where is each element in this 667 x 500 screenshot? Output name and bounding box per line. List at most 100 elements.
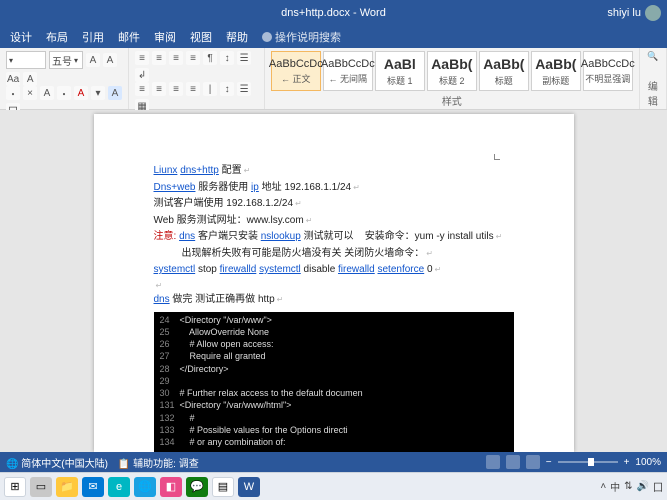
doc-line: systemctl stop firewalld systemctl disab… <box>154 263 514 278</box>
tray-ime[interactable]: 中 <box>610 479 620 494</box>
bullets-button[interactable]: ≡ <box>135 51 149 65</box>
code-block-1: 24<Directory "/var/www"> 25 AllowOverrid… <box>154 312 514 452</box>
status-bar: 🌐 简体中文(中国大陆) 📋 辅助功能: 调查 − + 100% <box>0 452 667 472</box>
doc-line: Dns+web 服务器使用 ip 地址 192.168.1.1/24↵ <box>154 181 514 196</box>
justify-button[interactable]: ≡ <box>186 82 200 96</box>
shading-button[interactable]: ↕ <box>220 82 234 96</box>
status-accessibility[interactable]: 📋 辅助功能: 调查 <box>118 455 199 470</box>
vscode-icon[interactable]: ▤ <box>212 477 234 497</box>
tray-sound-icon[interactable]: 🔊 <box>637 481 649 492</box>
align-center-button[interactable]: ≡ <box>152 82 166 96</box>
doc-blank-line: ↵ <box>154 280 514 292</box>
font-color-button[interactable]: A <box>74 86 88 100</box>
start-button[interactable]: ⊞ <box>4 477 26 497</box>
taskview-icon[interactable]: ▭ <box>30 477 52 497</box>
tab-references[interactable]: 引用 <box>82 29 104 45</box>
doc-line: Liunx dns+http 配置↵ <box>154 164 514 179</box>
zoom-value[interactable]: 100% <box>635 457 661 468</box>
edge-icon[interactable]: 🌐 <box>134 477 156 497</box>
app-icon[interactable]: ◧ <box>160 477 182 497</box>
showmarks-button[interactable]: ☰ <box>237 51 251 65</box>
tell-me-label: 操作说明搜索 <box>275 29 341 45</box>
tray-extra-icon[interactable]: 囗 <box>653 479 663 494</box>
grow-font-button[interactable]: A <box>86 53 100 67</box>
tell-me-search[interactable]: 操作说明搜索 <box>262 29 341 45</box>
user-area[interactable]: shiyi lu <box>607 5 661 21</box>
doc-line: 测试客户端使用 192.168.1.2/24↵ <box>154 197 514 212</box>
shrink-font-button[interactable]: A <box>103 53 117 67</box>
explorer-icon[interactable]: 📁 <box>56 477 78 497</box>
numbering-button[interactable]: ≡ <box>152 51 166 65</box>
font-name-dropdown[interactable]: ▾ <box>6 51 46 69</box>
tab-help[interactable]: 帮助 <box>226 29 248 45</box>
style-subtitle[interactable]: AaBb(副标题 <box>531 51 581 91</box>
styles-group-label: 样式 <box>271 92 633 108</box>
para-mark-button[interactable]: ↲ <box>135 68 149 82</box>
zoom-in-button[interactable]: + <box>624 457 630 468</box>
increase-indent-button[interactable]: ¶ <box>203 51 217 65</box>
title-bar: dns+http.docx - Word shiyi lu <box>0 0 667 26</box>
user-avatar-icon[interactable] <box>645 5 661 21</box>
zoom-out-button[interactable]: − <box>546 457 552 468</box>
style-normal[interactable]: AaBbCcDc← 正文 <box>271 51 321 91</box>
tab-layout[interactable]: 布局 <box>46 29 68 45</box>
ribbon-tabs: 设计 布局 引用 邮件 审阅 视图 帮助 操作说明搜索 <box>0 26 667 48</box>
bullet-button[interactable]: ・ <box>6 86 20 100</box>
dot-button[interactable]: ・ <box>57 86 71 100</box>
font-size-dropdown[interactable]: 五号▾ <box>49 51 83 69</box>
view-web-icon[interactable] <box>526 455 540 469</box>
ribbon-group-paragraph: ≡ ≡ ≡ ≡ ¶ ↕ ☰ ↲ ≡ ≡ ≡ ≡ | ↕ ☰ ▦ 段落 <box>129 48 265 109</box>
sub-button[interactable]: × <box>23 86 37 100</box>
wechat-icon[interactable]: 💬 <box>186 477 208 497</box>
style-heading1[interactable]: AaBl标题 1 <box>375 51 425 91</box>
status-language[interactable]: 🌐 简体中文(中国大陆) <box>6 455 108 470</box>
window-title: dns+http.docx - Word <box>281 7 386 19</box>
ribbon-group-styles: AaBbCcDc← 正文 AaBbCcDc← 无间隔 AaBl标题 1 AaBb… <box>265 48 640 109</box>
document-area[interactable]: Liunx dns+http 配置↵ Dns+web 服务器使用 ip 地址 1… <box>0 110 667 452</box>
style-title[interactable]: AaBb(标题 <box>479 51 529 91</box>
line-spacing-button[interactable]: | <box>203 82 217 96</box>
browser-icon[interactable]: e <box>108 477 130 497</box>
style-heading2[interactable]: AaBb(标题 2 <box>427 51 477 91</box>
tab-mailings[interactable]: 邮件 <box>118 29 140 45</box>
decrease-indent-button[interactable]: ≡ <box>186 51 200 65</box>
change-case-button[interactable]: Aa <box>6 72 20 86</box>
doc-line: 注意: dns 客户端只安装 nslookup 测试就可以 安装命令：yum -… <box>154 230 514 245</box>
align-left-button[interactable]: ≡ <box>135 82 149 96</box>
font-color-a-button[interactable]: A <box>40 86 54 100</box>
highlight-button[interactable]: A <box>108 86 122 100</box>
sort-button[interactable]: ↕ <box>220 51 234 65</box>
style-subtle-emph[interactable]: AaBbCcDc不明显强调 <box>583 51 633 91</box>
system-tray: ˄ 中 ⇅ 🔊 囗 <box>600 479 663 494</box>
doc-line: dns 做完 测试正确再做 http↵ <box>154 293 514 308</box>
ribbon-group-font: ▾ 五号▾ A A Aa A ・ × A ・ A ▾ A 囗 字体 <box>0 48 129 109</box>
ribbon-group-edit: 🔍 编辑 <box>640 48 667 109</box>
tray-network-icon[interactable]: ⇅ <box>624 481 632 492</box>
view-print-icon[interactable] <box>506 455 520 469</box>
style-nospacing[interactable]: AaBbCcDc← 无间隔 <box>323 51 373 91</box>
zoom-slider[interactable] <box>558 461 618 463</box>
ribbon: ▾ 五号▾ A A Aa A ・ × A ・ A ▾ A 囗 字体 ≡ ≡ ≡ … <box>0 48 667 110</box>
tray-expand-icon[interactable]: ˄ <box>600 481 606 492</box>
page-corner-mark <box>494 154 500 160</box>
font-color-dd-button[interactable]: ▾ <box>91 86 105 100</box>
edit-group-label: 编辑 <box>646 77 660 108</box>
taskbar: ⊞ ▭ 📁 ✉ e 🌐 ◧ 💬 ▤ W ˄ 中 ⇅ 🔊 囗 <box>0 472 667 500</box>
mail-icon[interactable]: ✉ <box>82 477 104 497</box>
word-icon[interactable]: W <box>238 477 260 497</box>
clear-format-button[interactable]: A <box>23 72 37 86</box>
doc-line: Web 服务测试网址：www.lsy.com↵ <box>154 214 514 229</box>
multilevel-button[interactable]: ≡ <box>169 51 183 65</box>
style-gallery[interactable]: AaBbCcDc← 正文 AaBbCcDc← 无间隔 AaBl标题 1 AaBb… <box>271 51 633 91</box>
borders-button[interactable]: ☰ <box>237 82 251 96</box>
tab-design[interactable]: 设计 <box>10 29 32 45</box>
tab-review[interactable]: 审阅 <box>154 29 176 45</box>
align-right-button[interactable]: ≡ <box>169 82 183 96</box>
tab-view[interactable]: 视图 <box>190 29 212 45</box>
view-read-icon[interactable] <box>486 455 500 469</box>
zoom-thumb[interactable] <box>588 458 594 466</box>
document-page[interactable]: Liunx dns+http 配置↵ Dns+web 服务器使用 ip 地址 1… <box>94 114 574 452</box>
user-name: shiyi lu <box>607 7 641 19</box>
doc-line: 出现解析失败有可能是防火墙没有关 关闭防火墙命令：↵ <box>154 247 514 262</box>
lightbulb-icon <box>262 32 272 42</box>
